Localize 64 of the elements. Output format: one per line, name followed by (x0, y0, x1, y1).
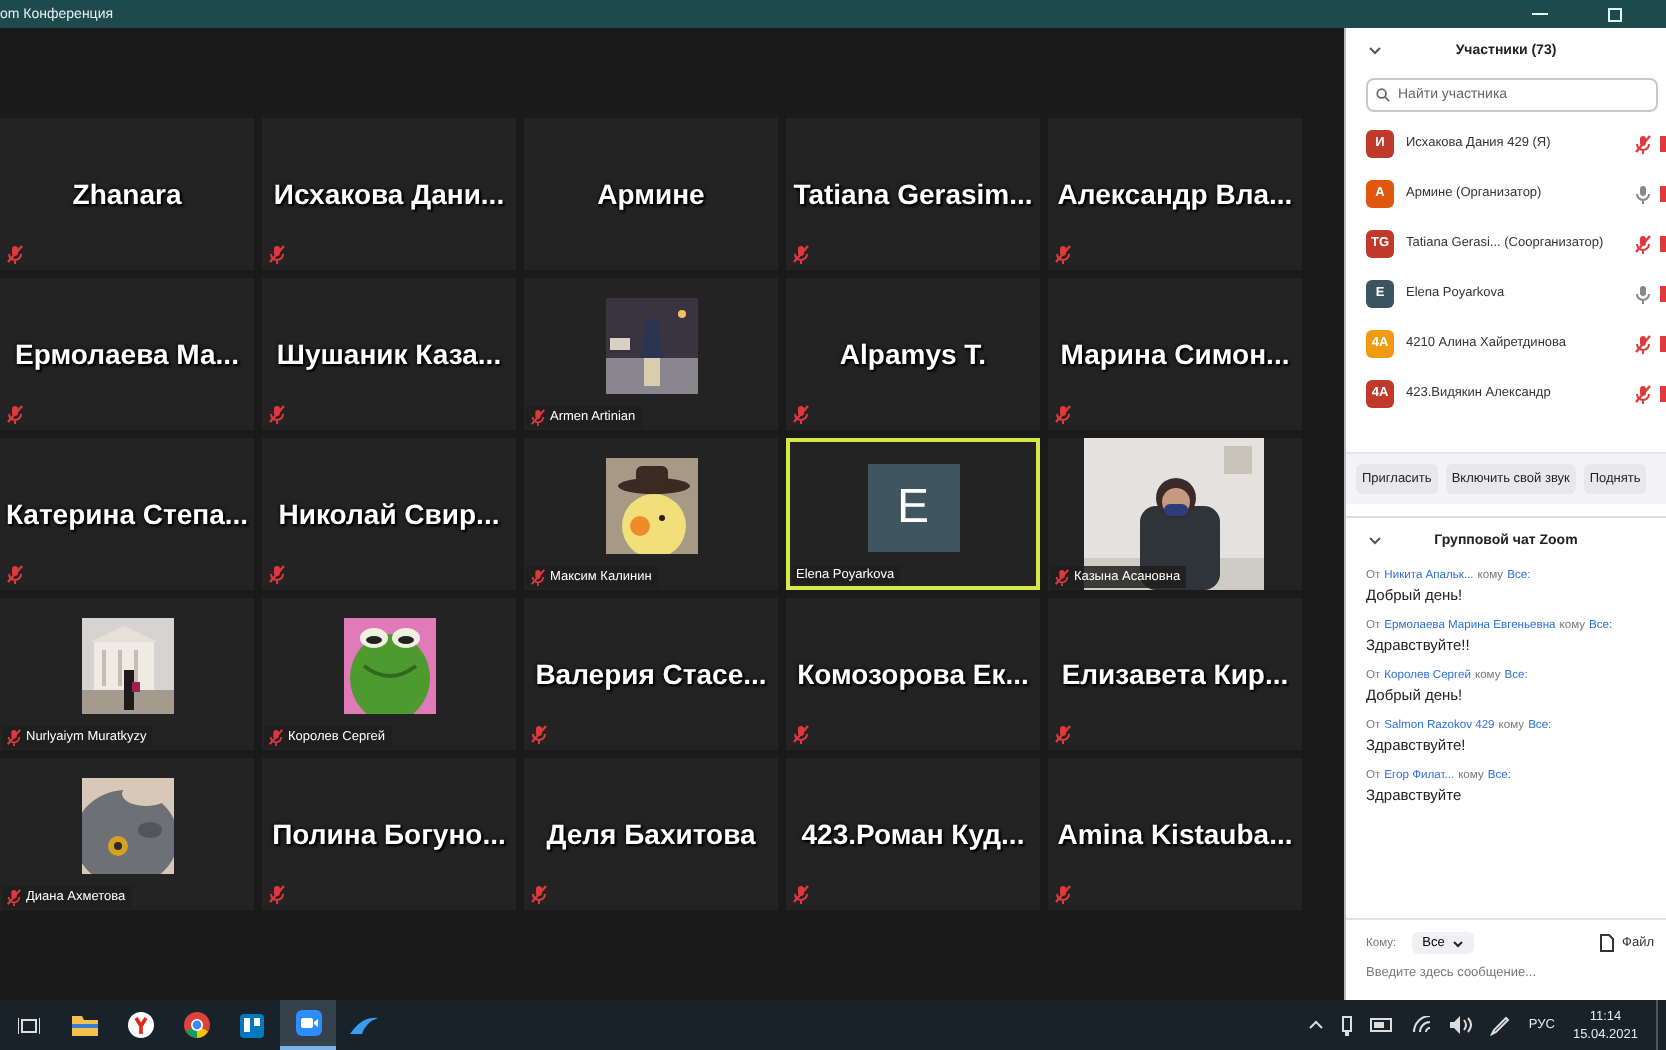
video-tile[interactable]: Елизавета Кир... (1048, 598, 1302, 750)
avatar-letter: E (896, 480, 929, 536)
participant-name: Zhanara (72, 178, 182, 210)
participant-name: Елизавета Кир... (1061, 658, 1289, 690)
video-tile[interactable]: Полина Богуно... (262, 758, 516, 910)
video-tile[interactable]: Zhanara (0, 118, 254, 270)
taskbar-app[interactable] (280, 1000, 336, 1050)
collapse-icon[interactable] (1368, 535, 1382, 545)
video-tile[interactable]: Александр Вла... (1048, 118, 1302, 270)
camera-off-icon (1660, 335, 1666, 351)
caret-icon (1452, 939, 1465, 947)
video-tile[interactable]: Катерина Степа... (0, 438, 254, 590)
participant-name: Исхакова Дани... (273, 178, 505, 210)
participant-name: Николай Свир... (278, 498, 500, 530)
participant-name: Шушаник Каза... (276, 338, 502, 370)
participant-name: Деля Бахитова (546, 818, 756, 850)
participant-name: Александр Вла... (1057, 178, 1293, 210)
participant-name: Валерия Стасе... (535, 658, 767, 690)
pen-icon[interactable] (1490, 1015, 1511, 1035)
participant-name: Катерина Степа... (5, 498, 249, 530)
participant-name: Комозорова Ек... (797, 658, 1029, 690)
battery-icon[interactable] (1370, 1018, 1395, 1032)
minimize-icon[interactable] (1532, 12, 1548, 16)
participant-name: Марина Симон... (1060, 338, 1290, 370)
video-tile[interactable]: Шушаник Каза... (262, 278, 516, 430)
camera-off-icon (1660, 385, 1666, 401)
camera-off-icon (1660, 135, 1666, 151)
participant-name: Alpamys T. (839, 338, 987, 370)
search-icon (1376, 88, 1390, 102)
video-tile[interactable]: Николай Свир... (262, 438, 516, 590)
file-icon (1600, 934, 1615, 952)
video-tile[interactable]: Армине (524, 118, 778, 270)
collapse-icon[interactable] (1368, 45, 1382, 55)
browser-icon (127, 1012, 153, 1038)
board-icon (240, 1013, 264, 1037)
task-view-icon (17, 1015, 39, 1035)
camera-icon (295, 1010, 321, 1036)
maximize-icon[interactable] (1608, 7, 1622, 21)
participant-name: Ермолаева Ма... (15, 338, 239, 370)
video-tile[interactable]: Ермолаева Ма... (0, 278, 254, 430)
chrome-icon (183, 1012, 209, 1038)
video-tile[interactable]: Марина Симон... (1048, 278, 1302, 430)
video-tile[interactable]: Tatiana Gerasim... (786, 118, 1040, 270)
video-tile[interactable]: Amina Kistauba... (1048, 758, 1302, 910)
participant-name: Полина Богуно... (272, 818, 506, 850)
camera-off-icon (1660, 235, 1666, 251)
chevron-up-icon[interactable] (1308, 1020, 1325, 1030)
participant-name: Армине (597, 178, 705, 210)
video-tile[interactable]: Alpamys T. (786, 278, 1040, 430)
video-tile[interactable]: Исхакова Дани... (262, 118, 516, 270)
participant-name: 423.Роман Куд... (801, 818, 1025, 850)
video-tile[interactable]: 423.Роман Куд... (786, 758, 1040, 910)
camera-off-icon (1660, 185, 1666, 201)
folder-icon (71, 1014, 97, 1036)
wing-icon (350, 1015, 378, 1035)
video-tile[interactable]: Деля Бахитова (524, 758, 778, 910)
video-tile[interactable]: Валерия Стасе... (524, 598, 778, 750)
participant-name: Tatiana Gerasim... (793, 178, 1033, 210)
usb-icon[interactable] (1342, 1015, 1353, 1035)
wifi-icon[interactable] (1412, 1016, 1433, 1034)
participant-name: Amina Kistauba... (1057, 818, 1293, 850)
video-tile[interactable]: Комозорова Ек... (786, 598, 1040, 750)
camera-off-icon (1660, 285, 1666, 301)
speaker-icon[interactable] (1450, 1016, 1473, 1034)
